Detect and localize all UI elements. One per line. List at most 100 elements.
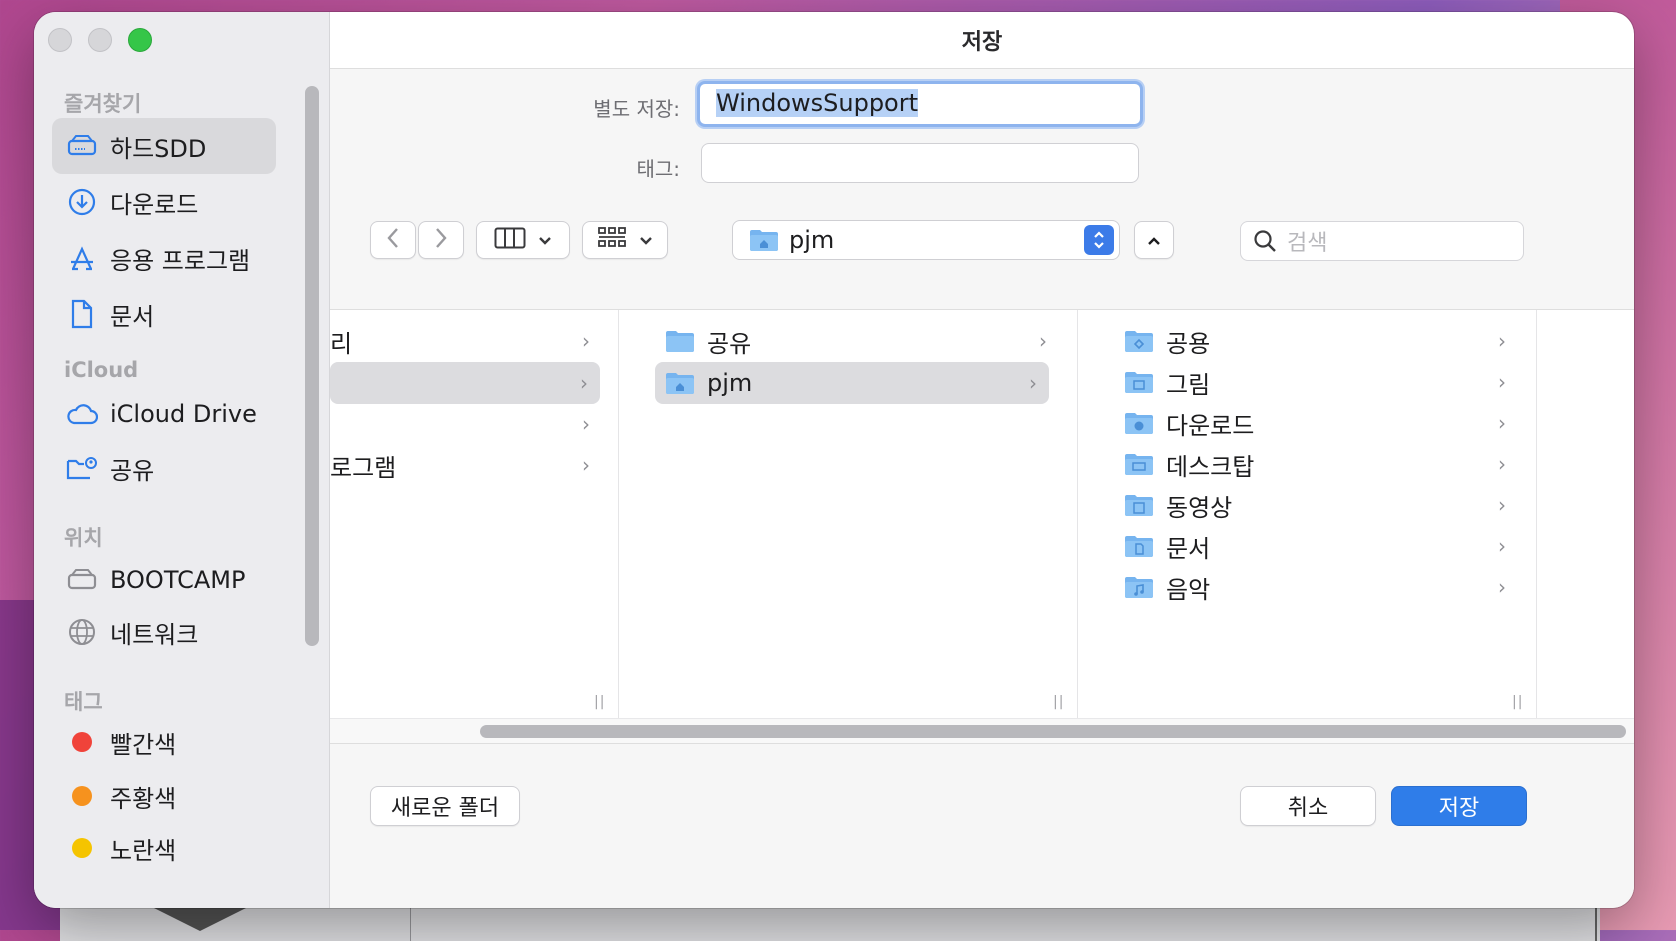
sidebar-item-label: iCloud Drive [110, 400, 257, 428]
list-item[interactable]: 문서 › [1124, 525, 1518, 567]
sidebar-item-documents[interactable]: 문서 [52, 286, 276, 342]
window-controls [48, 28, 152, 52]
chevron-right-icon: › [1498, 493, 1506, 517]
close-button[interactable] [48, 28, 72, 52]
chevron-right-icon: › [582, 412, 590, 436]
sidebar-scrollbar[interactable] [305, 86, 319, 646]
public-folder-icon [1125, 331, 1153, 352]
cloud-icon [66, 398, 98, 430]
scrollbar-thumb[interactable] [480, 725, 1626, 738]
sidebar-item-shared[interactable]: 공유 [52, 440, 276, 496]
download-icon [66, 186, 98, 218]
browser-column-3: 공용 › 그림 › 다운로드 › 데스크탑 › 동영상 › 문서 › 음악 › … [1078, 310, 1537, 718]
sidebar-item-downloads[interactable]: 다운로드 [52, 174, 276, 230]
pictures-folder-icon [1125, 372, 1153, 393]
music-folder-icon [1125, 577, 1153, 598]
column-resize-handle[interactable]: || [1512, 694, 1523, 710]
chevron-right-icon: › [580, 371, 588, 395]
sidebar-tag-orange[interactable]: 주황색 [52, 768, 276, 824]
save-as-field[interactable]: WindowsSupport [697, 81, 1143, 127]
sidebar: 즐겨찾기 하드SDD 다운로드 응용 프로그램 문서 iCloud iCloud… [34, 12, 330, 908]
list-item[interactable]: 로그램 › [330, 444, 602, 486]
sidebar-heading-tags: 태그 [64, 690, 103, 714]
browser-column-2: 공유 › pjm › || [619, 310, 1078, 718]
search-icon [1253, 229, 1277, 253]
browser-column-1: 리 › › › 로그램 › || [330, 310, 619, 718]
cancel-button[interactable]: 취소 [1240, 786, 1376, 826]
save-button[interactable]: 저장 [1391, 786, 1527, 826]
search-placeholder: 검색 [1287, 231, 1328, 256]
chevron-right-icon: › [1498, 534, 1506, 558]
drive-icon [66, 130, 98, 162]
chevron-right-icon: › [1498, 329, 1506, 353]
chevron-down-icon [639, 231, 653, 250]
sidebar-item-label: 빨간색 [110, 730, 177, 759]
sidebar-heading-locations: 위치 [64, 526, 103, 550]
sidebar-item-label: 공유 [110, 456, 155, 485]
sidebar-item-applications[interactable]: 응용 프로그램 [52, 230, 276, 286]
save-as-label: 별도 저장: [593, 97, 680, 121]
sidebar-item-icloud-drive[interactable]: iCloud Drive [52, 386, 276, 442]
movies-folder-icon [1125, 495, 1153, 516]
expand-collapse-button[interactable] [1134, 221, 1174, 259]
drive-icon [66, 564, 98, 596]
column-resize-handle[interactable]: || [594, 694, 605, 710]
tag-color-dot [72, 786, 92, 806]
save-as-value: WindowsSupport [716, 89, 919, 117]
sidebar-item-label: 응용 프로그램 [110, 246, 251, 275]
sidebar-item-label: 노란색 [110, 836, 177, 865]
folder-icon [666, 331, 694, 352]
list-item[interactable]: › [330, 362, 600, 404]
sidebar-item-label: 네트워크 [110, 620, 199, 649]
sidebar-tag-red[interactable]: 빨간색 [52, 714, 276, 770]
sidebar-tag-yellow[interactable]: 노란색 [52, 820, 276, 876]
dialog-title: 저장 [961, 30, 1003, 55]
chevron-right-icon: › [1029, 371, 1037, 395]
sidebar-item-label: 하드SDD [110, 134, 207, 163]
applications-icon [66, 242, 98, 274]
forward-button[interactable] [418, 221, 464, 259]
shared-folder-icon [66, 452, 98, 484]
tags-label: 태그: [636, 157, 680, 181]
column-resize-handle[interactable]: || [1053, 694, 1064, 710]
list-item[interactable]: 다운로드 › [1124, 402, 1518, 444]
sidebar-item-label: 주황색 [110, 784, 177, 813]
home-folder-icon [749, 228, 779, 252]
search-field[interactable]: 검색 [1240, 221, 1524, 261]
list-item[interactable]: 리 › [330, 320, 602, 362]
list-item[interactable]: 동영상 › [1124, 484, 1518, 526]
list-item[interactable]: 그림 › [1124, 361, 1518, 403]
list-item[interactable]: 공유 › [665, 320, 1059, 362]
zoom-button[interactable] [128, 28, 152, 52]
view-columns-button[interactable] [476, 221, 570, 259]
sidebar-item-label: BOOTCAMP [110, 566, 246, 594]
horizontal-scrollbar[interactable] [330, 718, 1634, 743]
list-item[interactable]: › [330, 403, 602, 445]
list-item[interactable]: 음악 › [1124, 566, 1518, 608]
title-bar: 저장 [330, 12, 1634, 69]
sidebar-item-harddisk[interactable]: 하드SDD [52, 118, 276, 174]
sidebar-item-label: 다운로드 [110, 190, 199, 219]
list-item[interactable]: 공용 › [1124, 320, 1518, 362]
chevron-right-icon [434, 227, 448, 253]
new-folder-button[interactable]: 새로운 폴더 [370, 786, 520, 826]
chevron-up-icon [1147, 231, 1161, 250]
downloads-folder-icon [1125, 413, 1153, 434]
minimize-button[interactable] [88, 28, 112, 52]
sidebar-heading-icloud: iCloud [64, 358, 139, 382]
tags-field[interactable] [701, 143, 1139, 183]
chevron-right-icon: › [1498, 575, 1506, 599]
dialog-content: 별도 저장: WindowsSupport 태그: pjm 검색 리 › › ›… [330, 69, 1634, 908]
sidebar-item-bootcamp[interactable]: BOOTCAMP [52, 552, 276, 608]
chevron-right-icon: › [1498, 370, 1506, 394]
save-dialog: 즐겨찾기 하드SDD 다운로드 응용 프로그램 문서 iCloud iCloud… [34, 12, 1634, 908]
list-item[interactable]: 데스크탑 › [1124, 443, 1518, 485]
back-button[interactable] [370, 221, 416, 259]
desktop-folder-icon [1125, 454, 1153, 475]
list-item[interactable]: pjm › [655, 362, 1049, 404]
documents-folder-icon [1125, 536, 1153, 557]
sidebar-item-network[interactable]: 네트워크 [52, 604, 276, 660]
chevron-right-icon: › [1498, 452, 1506, 476]
location-popup[interactable]: pjm [732, 220, 1120, 260]
group-button[interactable] [582, 221, 668, 259]
